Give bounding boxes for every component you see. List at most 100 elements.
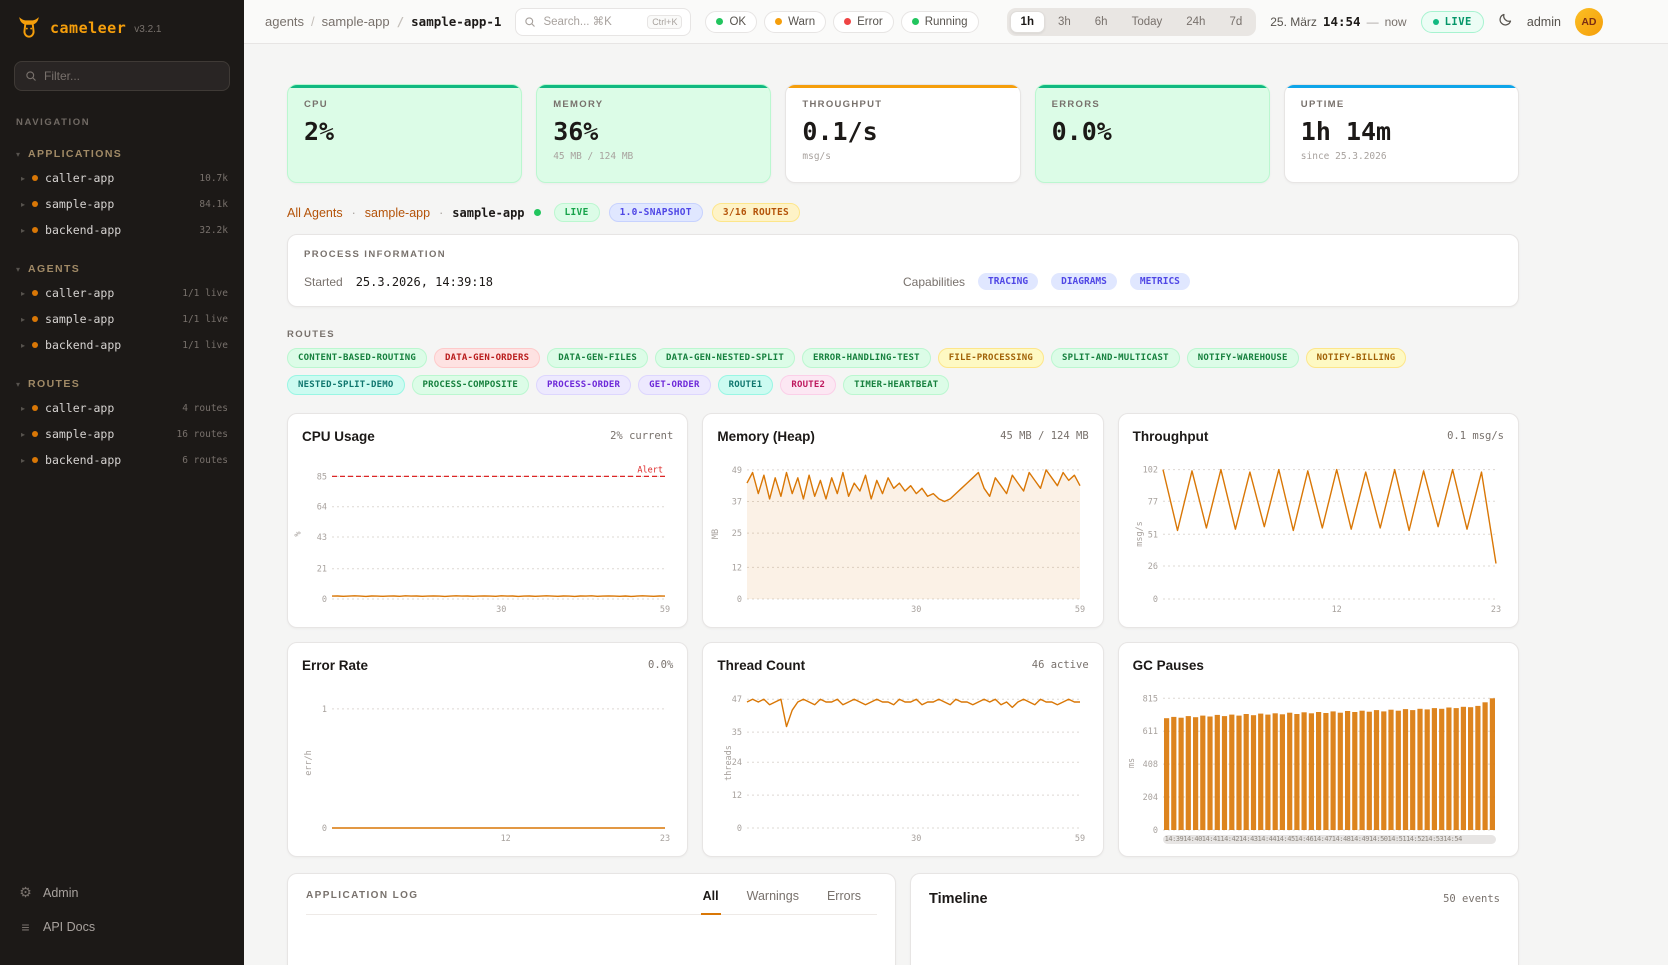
status-filter-pill[interactable]: Warn [764,11,826,33]
time-range-button[interactable]: 6h [1084,11,1119,33]
time-range-button[interactable]: 3h [1047,11,1082,33]
breadcrumb-item[interactable]: sample-app [304,14,390,29]
route-pill[interactable]: DATA-GEN-FILES [547,348,648,368]
capability-badge: METRICS [1130,273,1190,290]
dark-mode-toggle[interactable] [1498,9,1513,35]
route-pill[interactable]: NESTED-SPLIT-DEMO [287,375,405,395]
api-docs-link[interactable]: ≡ API Docs [18,913,226,941]
chevron-right-icon: ▸ [21,174,25,183]
global-search[interactable]: Ctrl+K [515,8,691,36]
route-pill[interactable]: NOTIFY-BILLING [1306,348,1407,368]
route-pill[interactable]: CONTENT-BASED-ROUTING [287,348,427,368]
section-header-agents[interactable]: ▾ AGENTS [0,258,244,280]
date-range[interactable]: 25. März 14:54 — now [1270,14,1406,29]
time-range-button[interactable]: 24h [1175,11,1216,33]
route-pill[interactable]: TIMER-HEARTBEAT [843,375,949,395]
sidebar-item-application[interactable]: ▸ caller-app 10.7k [0,165,244,191]
log-tab[interactable]: Errors [825,889,863,915]
sidebar-item-application[interactable]: ▸ sample-app 84.1k [0,191,244,217]
svg-text:35: 35 [732,728,742,738]
chart-body: MB 4937251203059 [717,452,1088,615]
svg-text:0: 0 [1153,826,1158,836]
chart-body: % 8564432103059Alert [302,452,673,615]
time-range-button[interactable]: 1h [1010,11,1045,33]
live-indicator[interactable]: LIVE [1421,11,1484,33]
chart-header: Memory (Heap) 45 MB / 124 MB [717,426,1088,446]
log-tab[interactable]: All [701,889,721,915]
svg-text:12: 12 [1331,605,1341,615]
application-log-title: APPLICATION LOG [306,890,418,914]
route-pill[interactable]: NOTIFY-WAREHOUSE [1187,348,1299,368]
admin-link[interactable]: ⚙ Admin [18,878,226,907]
chart-card: Throughput 0.1 msg/s msg/s 1027751260122… [1118,413,1519,628]
route-pill[interactable]: DATA-GEN-ORDERS [434,348,540,368]
status-filter-pill[interactable]: Error [833,11,894,33]
status-dot [32,290,38,296]
item-badge: 10.7k [199,173,228,184]
status-filter-pill[interactable]: OK [705,11,757,33]
footer-label: API Docs [43,920,95,934]
route-pill[interactable]: GET-ORDER [638,375,711,395]
route-pill[interactable]: ROUTE2 [780,375,836,395]
app-link[interactable]: sample-app [365,206,430,220]
route-pill[interactable]: DATA-GEN-NESTED-SPLIT [655,348,795,368]
route-pill[interactable]: PROCESS-ORDER [536,375,631,395]
search-shortcut-badge: Ctrl+K [647,15,682,29]
chart-title: Thread Count [717,658,805,673]
stat-label: CPU [304,99,505,110]
sidebar-item-agent[interactable]: ▸ caller-app 1/1 live [0,280,244,306]
breadcrumb-item[interactable]: agents [265,14,304,29]
item-label: backend-app [45,453,121,467]
svg-text:26: 26 [1147,562,1157,572]
avatar[interactable]: AD [1575,8,1603,36]
status-filter-label: OK [729,16,746,28]
route-pill[interactable]: SPLIT-AND-MULTICAST [1051,348,1180,368]
sidebar-item-application[interactable]: ▸ backend-app 32.2k [0,217,244,243]
log-tab[interactable]: Warnings [745,889,801,915]
stat-sub: since 25.3.2026 [1301,151,1502,162]
section-label: AGENTS [28,263,80,275]
sidebar-item-agent[interactable]: ▸ backend-app 1/1 live [0,332,244,358]
time-range-button[interactable]: 7d [1218,11,1253,33]
sidebar-filter[interactable] [14,61,230,91]
route-pill[interactable]: ROUTE1 [718,375,774,395]
chart-plot: 101223 [302,681,673,844]
chart-plot: 815611408204014:3914:4014:4114:4214:4314… [1133,681,1504,844]
svg-text:21: 21 [317,565,327,575]
sidebar-item-route[interactable]: ▸ caller-app 4 routes [0,395,244,421]
chart-title: Memory (Heap) [717,429,815,444]
stat-value: 36% [553,117,754,146]
svg-text:37: 37 [732,498,742,508]
chart-current-value: 0.0% [648,659,673,671]
tim eline-header: Timeline 50 events [929,889,1500,907]
item-label: sample-app [45,197,114,211]
section-header-routes[interactable]: ▾ ROUTES [0,373,244,395]
sidebar-item-agent[interactable]: ▸ sample-app 1/1 live [0,306,244,332]
item-label: caller-app [45,171,114,185]
stat-value: 0.1/s [802,117,1003,146]
route-pill[interactable]: ERROR-HANDLING-TEST [802,348,931,368]
status-filter-pill[interactable]: Running [901,11,979,33]
status-dot [32,457,38,463]
svg-text:23: 23 [660,834,670,844]
search-input[interactable] [543,16,640,28]
chart-card: Error Rate 0.0% err/h 101223 [287,642,688,857]
all-agents-link[interactable]: All Agents [287,206,343,220]
chart-card: CPU Usage 2% current % 8564432103059Aler… [287,413,688,628]
sidebar-filter-input[interactable] [44,69,219,83]
section-label: ROUTES [28,378,80,390]
breadcrumb-item[interactable]: sample-app-1 [390,14,502,29]
route-pill[interactable]: PROCESS-COMPOSITE [412,375,530,395]
sidebar-item-route[interactable]: ▸ sample-app 16 routes [0,421,244,447]
chart-card: Memory (Heap) 45 MB / 124 MB MB 49372512… [702,413,1103,628]
section-header-applications[interactable]: ▾ APPLICATIONS [0,143,244,165]
chart-header: Throughput 0.1 msg/s [1133,426,1504,446]
time-range-button[interactable]: Today [1121,11,1174,33]
sidebar-item-route[interactable]: ▸ backend-app 6 routes [0,447,244,473]
route-pill[interactable]: FILE-PROCESSING [938,348,1044,368]
item-label: sample-app [45,427,114,441]
range-separator: — [1367,15,1379,29]
stat-label: ERRORS [1052,99,1253,110]
topbar: agentssample-appsample-app-1 Ctrl+K OK W… [244,0,1668,44]
item-badge: 84.1k [199,199,228,210]
